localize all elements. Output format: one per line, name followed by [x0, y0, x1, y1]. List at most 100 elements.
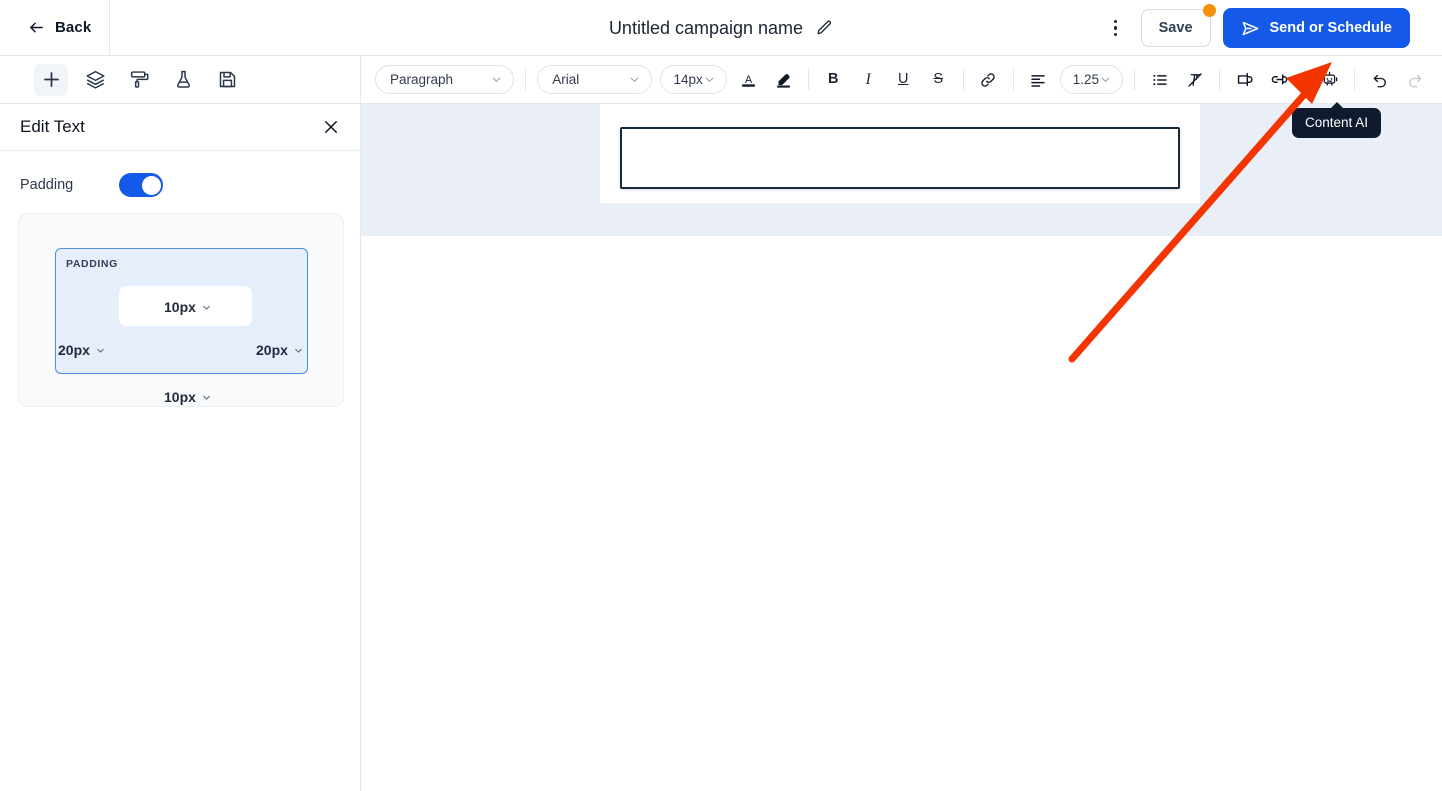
font-family-value: Arial	[552, 72, 580, 87]
edit-text-panel: Edit Text Padding PADDING 10px 20px 20px…	[0, 104, 361, 791]
font-family-select[interactable]: Arial	[537, 65, 653, 94]
email-canvas	[361, 104, 1442, 791]
link-icon	[979, 71, 997, 89]
underline-button[interactable]: U	[890, 66, 917, 94]
align-left-icon	[1029, 71, 1047, 89]
padding-top-value: 10px	[164, 299, 196, 315]
chevron-down-icon	[293, 345, 304, 356]
close-icon[interactable]	[322, 118, 340, 136]
underline-label: U	[897, 71, 909, 88]
undo-button[interactable]	[1366, 66, 1393, 94]
text-color-button[interactable]: A	[735, 66, 762, 94]
font-size-value: 14px	[673, 72, 703, 87]
toolbar-divider	[525, 69, 527, 90]
toolbar-divider	[962, 69, 964, 90]
add-block-button[interactable]	[34, 63, 68, 96]
content-ai-tooltip: Content AI	[1292, 102, 1382, 138]
redo-icon	[1406, 71, 1424, 89]
padding-label: Padding	[20, 177, 74, 193]
floppy-disk-icon	[217, 69, 238, 90]
strikethrough-label: S	[933, 71, 944, 88]
styles-button[interactable]	[122, 64, 156, 96]
toolbar-divider	[1304, 69, 1305, 90]
padding-editor-card: PADDING 10px 20px 20px 10px	[18, 213, 344, 407]
padding-left-select[interactable]: 20px	[58, 342, 106, 358]
bold-label: B	[827, 71, 839, 88]
clear-formatting-icon	[1186, 71, 1204, 89]
unsaved-changes-dot	[1202, 4, 1216, 17]
kebab-dot	[1113, 32, 1118, 37]
redo-button[interactable]	[1401, 66, 1428, 94]
block-type-value: Paragraph	[390, 72, 454, 87]
panel-header: Edit Text	[0, 104, 360, 151]
text-editor-toolbar: Paragraph Arial 14px A B I U S 1.25	[361, 56, 1442, 104]
italic-label: I	[865, 70, 871, 88]
insert-link-button[interactable]	[975, 66, 1002, 94]
selected-text-block[interactable]	[620, 127, 1180, 189]
padding-kicker-label: PADDING	[66, 258, 118, 270]
tooltip-label: Content AI	[1305, 115, 1369, 130]
padding-top-select[interactable]: 10px	[164, 299, 212, 315]
insert-button-icon	[1235, 70, 1254, 89]
chevron-down-icon	[703, 73, 716, 86]
bold-button[interactable]: B	[820, 66, 847, 94]
merge-tag-button[interactable]	[1266, 66, 1293, 94]
padding-right-value: 20px	[256, 342, 288, 358]
chevron-down-icon	[95, 345, 106, 356]
kebab-dot	[1113, 19, 1118, 24]
insert-button-button[interactable]	[1231, 66, 1258, 94]
padding-bottom-select[interactable]: 10px	[164, 389, 212, 405]
send-or-schedule-button[interactable]: Send or Schedule	[1222, 8, 1410, 48]
chevron-down-icon	[628, 73, 641, 86]
line-height-select[interactable]: 1.25	[1059, 65, 1123, 94]
strikethrough-button[interactable]: S	[925, 66, 952, 94]
left-tool-strip	[0, 56, 361, 104]
toolbar-divider	[1012, 69, 1014, 90]
plus-icon	[41, 69, 62, 90]
toolbar-divider	[1134, 69, 1135, 90]
toolbar-divider	[807, 69, 809, 90]
line-height-value: 1.25	[1072, 72, 1099, 87]
highlight-color-button[interactable]	[770, 66, 797, 94]
blocks-button[interactable]	[78, 64, 112, 96]
toolbar-divider	[1219, 69, 1220, 90]
paper-plane-icon	[1241, 19, 1260, 38]
more-options-button[interactable]	[1103, 13, 1129, 43]
highlighter-icon	[774, 70, 793, 90]
content-ai-button[interactable]	[1316, 66, 1343, 94]
bulleted-list-button[interactable]	[1146, 66, 1173, 94]
padding-bottom-value: 10px	[164, 389, 196, 405]
layers-icon	[85, 69, 106, 90]
pencil-icon[interactable]	[815, 19, 833, 37]
padding-left-value: 20px	[58, 342, 90, 358]
padding-right-select[interactable]: 20px	[256, 342, 304, 358]
paint-roller-icon	[129, 69, 150, 90]
kebab-dot	[1113, 26, 1118, 30]
chevron-down-icon	[1099, 73, 1112, 86]
text-color-icon: A	[739, 70, 758, 90]
padding-row: Padding	[0, 151, 360, 197]
font-size-select[interactable]: 14px	[660, 65, 727, 94]
ab-test-button[interactable]	[166, 64, 200, 96]
padding-toggle[interactable]	[119, 173, 164, 197]
clear-formatting-button[interactable]	[1181, 66, 1208, 94]
toggle-knob	[141, 175, 161, 195]
flask-icon	[173, 69, 194, 90]
undo-icon	[1371, 71, 1389, 89]
panel-title: Edit Text	[20, 117, 85, 136]
send-label: Send or Schedule	[1269, 20, 1392, 36]
chevron-down-icon	[201, 302, 212, 313]
align-button[interactable]	[1025, 66, 1052, 94]
back-button[interactable]: Back	[0, 0, 110, 56]
app-header: Back Untitled campaign name Save Send or…	[0, 0, 1442, 56]
page-title: Untitled campaign name	[608, 17, 804, 38]
block-type-select[interactable]: Paragraph	[375, 65, 515, 94]
bulleted-list-icon	[1151, 71, 1169, 89]
header-actions: Save Send or Schedule	[1103, 0, 1410, 56]
toolbar-divider	[1354, 69, 1355, 90]
back-label: Back	[55, 19, 92, 36]
italic-button[interactable]: I	[855, 66, 882, 94]
arrow-left-icon	[28, 19, 45, 36]
save-template-button[interactable]	[210, 64, 244, 96]
save-button[interactable]: Save	[1140, 4, 1216, 47]
